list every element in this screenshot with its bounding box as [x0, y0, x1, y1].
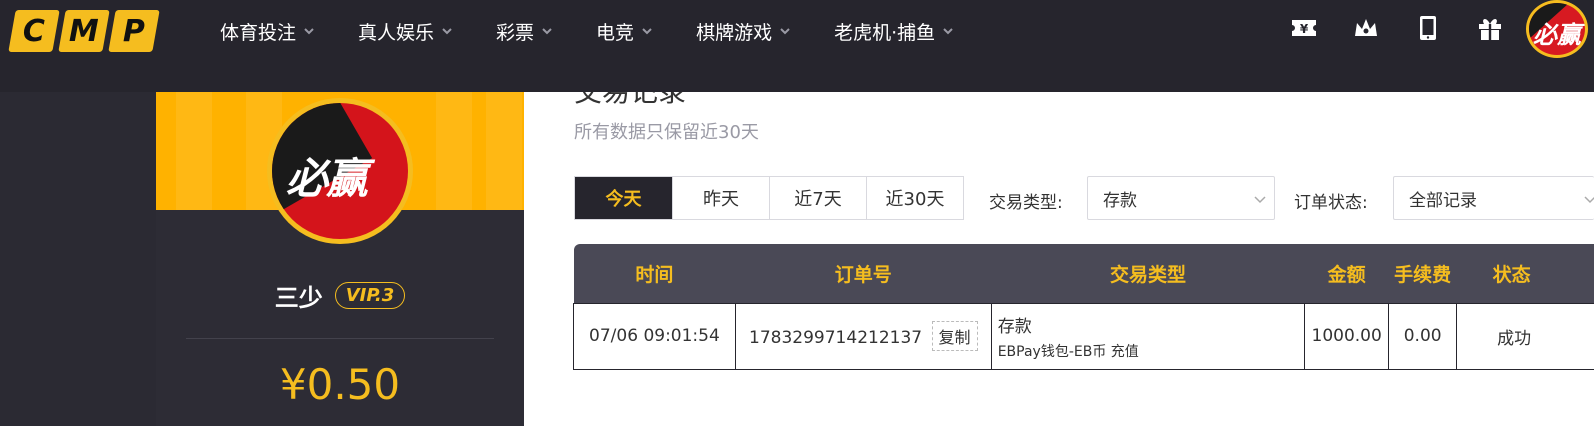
table-header-row: 时间 订单号 交易类型 金额 手续费 状态 [573, 244, 1594, 303]
logo-letter-box: M [58, 10, 110, 52]
gift-icon[interactable] [1476, 14, 1504, 42]
transaction-type-label: 交易类型: [989, 193, 1063, 213]
username-row: 三少 VIP.3 [156, 278, 524, 313]
chevron-down-icon [304, 28, 314, 35]
nav-item-label: 电竞 [596, 21, 635, 44]
ticket-icon[interactable]: ¥ [1290, 14, 1318, 42]
cell-fee: 0.00 [1388, 302, 1458, 370]
table-row: 07/06 09:01:54 1783299714212137 复制 存款 EB… [573, 302, 1594, 370]
profile-avatar-image: 必赢 [272, 103, 408, 239]
order-status-label: 订单状态: [1294, 193, 1368, 213]
tab-today[interactable]: 今天 [575, 177, 672, 219]
logo-letter: C [22, 13, 46, 49]
nav-item-label: 体育投注 [220, 21, 297, 44]
logo-letter: M [69, 13, 99, 49]
main-content: 交易记录 所有数据只保留近30天 今天 昨天 近7天 近30天 交易类型: 存款… [524, 92, 1594, 426]
tab-last-7-days[interactable]: 近7天 [769, 177, 866, 219]
transaction-type-select[interactable]: 存款 [1087, 176, 1275, 220]
transaction-type-value: 存款 [1103, 190, 1137, 211]
top-nav-bar: C M P 体育投注 真人娱乐 彩票 电竞 棋牌游戏 老虎机·捕鱼 ¥ 必赢 [0, 0, 1594, 92]
svg-text:¥: ¥ [1300, 22, 1309, 36]
chevron-down-icon [943, 28, 953, 35]
nav-item-card-games[interactable]: 棋牌游戏 [696, 18, 790, 45]
logo-letter-box: C [8, 10, 60, 52]
order-number: 1783299714212137 [749, 328, 923, 348]
transaction-type-detail: EBPay钱包-EB币 充值 [997, 343, 1139, 360]
svg-text:必赢: 必赢 [1533, 21, 1586, 49]
nav-item-lottery[interactable]: 彩票 [496, 18, 552, 45]
tab-yesterday[interactable]: 昨天 [672, 177, 769, 219]
transaction-type: 存款 [997, 316, 1032, 337]
cell-status: 成功 [1456, 302, 1594, 370]
profile-panel: 必赢 三少 VIP.3 ¥0.50 [156, 92, 524, 426]
balance-amount: ¥0.50 [279, 360, 401, 409]
crown-icon[interactable] [1352, 14, 1380, 42]
copy-button[interactable]: 复制 [931, 321, 978, 351]
user-avatar[interactable]: 必赢 [1526, 0, 1588, 58]
main-nav: 体育投注 真人娱乐 彩票 电竞 棋牌游戏 老虎机·捕鱼 [220, 0, 997, 62]
vip-badge: VIP.3 [334, 282, 406, 309]
transactions-table: 时间 订单号 交易类型 金额 手续费 状态 07/06 09:01:54 178… [573, 244, 1594, 370]
nav-item-label: 真人娱乐 [358, 21, 435, 44]
nav-item-sports[interactable]: 体育投注 [220, 18, 314, 45]
column-header-order-no: 订单号 [834, 263, 892, 286]
retention-note: 所有数据只保留近30天 [574, 122, 759, 143]
avatar-logo-text: 必赢 [286, 154, 368, 203]
date-range-tabs: 今天 昨天 近7天 近30天 [574, 176, 964, 220]
logo-letter: P [123, 13, 145, 49]
nav-item-live-casino[interactable]: 真人娱乐 [358, 18, 452, 45]
chevron-down-icon [542, 28, 552, 35]
site-logo[interactable]: C M P [8, 10, 160, 52]
page-title: 交易记录 [574, 92, 686, 110]
cell-amount: 1000.00 [1304, 302, 1390, 370]
cell-type: 存款 EBPay钱包-EB币 充值 [990, 302, 1306, 370]
nav-item-label: 老虎机·捕鱼 [834, 21, 936, 44]
chevron-down-icon [1584, 196, 1594, 204]
logo-letter-box: P [108, 10, 160, 52]
cell-order-no: 1783299714212137 复制 [734, 302, 992, 370]
chevron-down-icon [780, 28, 790, 35]
order-status-value: 全部记录 [1409, 190, 1477, 211]
cell-time: 07/06 09:01:54 [573, 302, 736, 370]
column-header-amount: 金额 [1327, 263, 1366, 286]
column-header-status: 状态 [1492, 263, 1531, 286]
nav-item-label: 彩票 [496, 21, 535, 44]
tab-last-30-days[interactable]: 近30天 [866, 177, 963, 219]
nav-item-esports[interactable]: 电竞 [596, 18, 652, 45]
tablet-icon[interactable] [1414, 14, 1442, 42]
top-icon-group: ¥ [1290, 14, 1504, 42]
column-header-type: 交易类型 [1109, 263, 1186, 286]
nav-item-label: 棋牌游戏 [696, 21, 773, 44]
column-header-time: 时间 [635, 263, 674, 286]
profile-avatar[interactable]: 必赢 [267, 98, 413, 244]
username: 三少 [274, 284, 323, 312]
order-status-select[interactable]: 全部记录 [1393, 176, 1594, 220]
nav-item-slots-fishing[interactable]: 老虎机·捕鱼 [834, 18, 953, 45]
chevron-down-icon [1254, 196, 1266, 204]
column-header-fee: 手续费 [1394, 263, 1452, 286]
chevron-down-icon [642, 28, 652, 35]
avatar-logo-icon: 必赢 [1529, 3, 1586, 49]
divider [186, 338, 494, 339]
chevron-down-icon [442, 28, 452, 35]
